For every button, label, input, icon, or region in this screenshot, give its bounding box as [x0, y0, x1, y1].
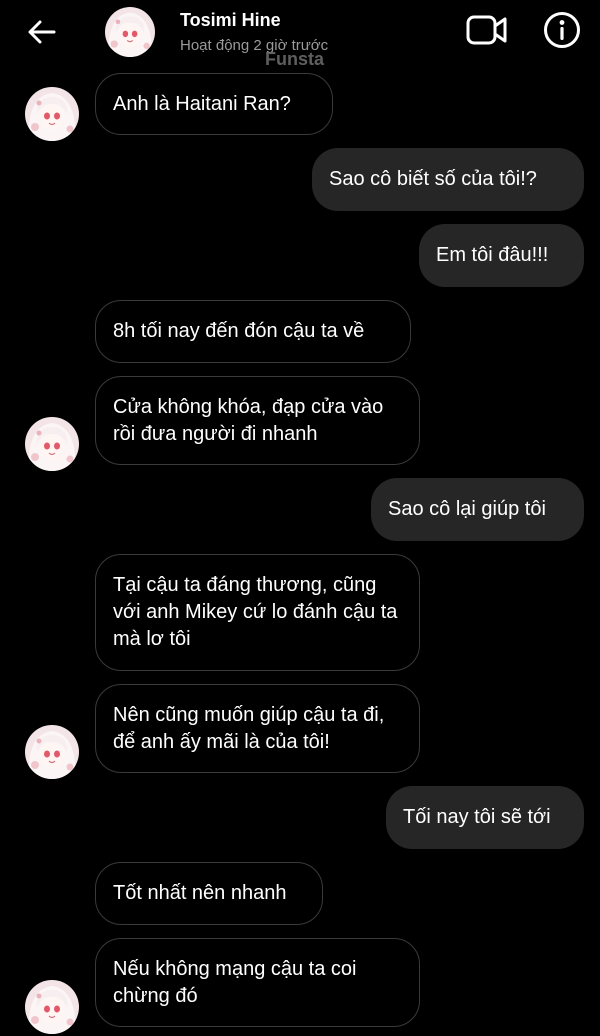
message-text: Tốt nhất nên nhanh	[113, 882, 287, 904]
message-text: Em tôi đâu!!!	[436, 244, 549, 266]
message-text: Sao cô biết số của tôi!?	[329, 168, 537, 190]
outgoing-message[interactable]: Em tôi đâu!!!	[419, 224, 584, 287]
incoming-message[interactable]: 8h tối nay đến đón cậu ta về	[95, 300, 411, 363]
incoming-message[interactable]: Nên cũng muốn giúp cậu ta đi, để anh ấy …	[95, 684, 420, 773]
message-text: Nên cũng muốn giúp cậu ta đi, để anh ấy …	[113, 703, 385, 753]
message-text: Tối nay tôi sẽ tới	[403, 806, 551, 828]
video-call-icon[interactable]	[465, 12, 509, 48]
contact-avatar[interactable]	[105, 7, 155, 57]
message-text: Tại cậu ta đáng thương, cũng với anh Mik…	[113, 574, 398, 650]
chat-header: Tosimi Hine Hoạt động 2 giờ trước Funsta	[0, 0, 600, 69]
incoming-message[interactable]: Nếu không mạng cậu ta coi chừng đó	[95, 938, 420, 1027]
info-icon[interactable]	[543, 11, 581, 49]
incoming-message[interactable]: Tại cậu ta đáng thương, cũng với anh Mik…	[95, 554, 420, 671]
outgoing-message[interactable]: Sao cô biết số của tôi!?	[312, 148, 584, 211]
incoming-message[interactable]: Tốt nhất nên nhanh	[95, 862, 323, 925]
message-text: Cửa không khóa, đạp cửa vào rồi đưa ngườ…	[113, 395, 384, 445]
sender-avatar[interactable]	[25, 417, 79, 471]
outgoing-message[interactable]: Sao cô lại giúp tôi	[371, 478, 584, 541]
sender-avatar[interactable]	[25, 980, 79, 1034]
message-text: Sao cô lại giúp tôi	[388, 498, 546, 520]
contact-name[interactable]: Tosimi Hine	[180, 10, 281, 31]
watermark: Funsta	[265, 49, 325, 69]
message-text: Anh là Haitani Ran?	[113, 92, 291, 115]
sender-avatar[interactable]	[25, 87, 79, 141]
incoming-message[interactable]: Cửa không khóa, đạp cửa vào rồi đưa ngườ…	[95, 376, 420, 465]
message-text: Nếu không mạng cậu ta coi chừng đó	[113, 957, 357, 1007]
back-arrow-icon[interactable]	[24, 14, 60, 50]
sender-avatar[interactable]	[25, 725, 79, 779]
outgoing-message[interactable]: Tối nay tôi sẽ tới	[386, 786, 584, 849]
message-text: 8h tối nay đến đón cậu ta về	[113, 320, 365, 342]
incoming-message[interactable]: Anh là Haitani Ran?	[95, 73, 333, 135]
